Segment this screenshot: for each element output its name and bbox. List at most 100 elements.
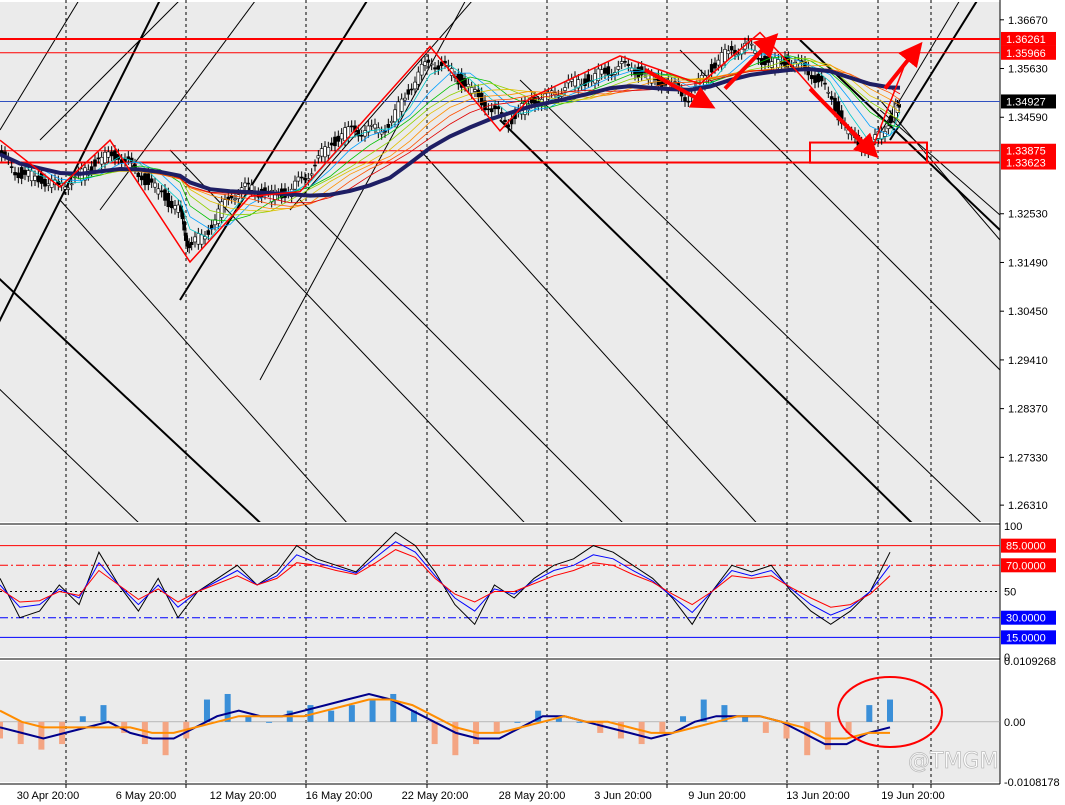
candle-body xyxy=(423,61,427,66)
candle-body xyxy=(96,157,101,160)
oscillator-level-label: 70.0000 xyxy=(1006,560,1046,572)
candle-body xyxy=(163,189,167,201)
candle-body xyxy=(13,172,17,176)
macd-histogram-bar xyxy=(804,721,811,756)
chart-svg: 1.36670 1.35630 1.34590 1.32530 1.31490 1.304… xyxy=(0,0,1060,802)
candle-body xyxy=(326,147,331,156)
candle-body xyxy=(313,164,317,167)
macd-histogram-bar xyxy=(493,721,500,733)
x-axis-label: 13 Jun 20:00 xyxy=(786,790,850,802)
current-price-label: 1.34927 xyxy=(1006,96,1046,108)
candle-body xyxy=(89,166,94,171)
candle-body xyxy=(303,177,307,181)
candle-body xyxy=(226,196,231,200)
candle-body xyxy=(136,172,141,178)
candle-body xyxy=(169,200,174,209)
candle-body xyxy=(156,188,161,195)
candle-body xyxy=(886,125,891,129)
candle-body xyxy=(506,124,511,128)
candle-body xyxy=(184,232,188,241)
price-axis-label: 1.28370 xyxy=(1008,404,1048,416)
x-axis-label: 28 May 20:00 xyxy=(499,790,566,802)
x-axis-label: 3 Jun 20:00 xyxy=(594,790,652,802)
candle-body xyxy=(619,61,624,64)
candle-body xyxy=(219,201,224,218)
candle-body xyxy=(309,173,314,176)
macd-histogram-bar xyxy=(597,721,604,733)
macd-histogram-bar xyxy=(141,721,148,745)
candle-body xyxy=(316,155,321,159)
oscillator-level-label: 15.0000 xyxy=(1006,632,1046,644)
candle-body xyxy=(343,127,347,142)
candle-body xyxy=(769,61,774,68)
candle-body xyxy=(409,88,414,91)
candle-body xyxy=(29,170,34,182)
candle-body xyxy=(399,98,404,112)
candle-body xyxy=(756,58,761,60)
candle-body xyxy=(683,97,687,102)
price-axis-label: 1.35630 xyxy=(1008,64,1048,76)
candle-body xyxy=(819,75,824,82)
candle-body xyxy=(319,148,324,157)
candle-body xyxy=(373,123,377,129)
candle-body xyxy=(109,151,114,157)
macd-histogram-bar xyxy=(79,716,86,722)
macd-axis-label: 0.00 xyxy=(1004,717,1025,729)
candle-body xyxy=(623,61,627,63)
candle-body xyxy=(189,242,194,245)
price-axis-label: 1.36670 xyxy=(1008,15,1048,27)
macd-histogram-bar xyxy=(390,693,397,722)
candle-body xyxy=(599,69,604,75)
price-axis-label: 1.29410 xyxy=(1008,355,1048,367)
price-axis-label: 1.31490 xyxy=(1008,257,1048,269)
candle-body xyxy=(603,67,607,74)
macd-histogram-bar xyxy=(431,721,438,745)
candle-body xyxy=(593,73,597,84)
candle-body xyxy=(723,49,727,63)
candle-body xyxy=(206,230,211,235)
candle-body xyxy=(329,142,334,146)
candle-body xyxy=(686,100,691,103)
price-level-label: 1.36261 xyxy=(1006,34,1046,46)
candle-body xyxy=(476,89,481,98)
candle-body xyxy=(359,134,364,137)
candle-body xyxy=(479,92,484,106)
macd-histogram-bar xyxy=(514,721,521,723)
candle-body xyxy=(26,170,31,177)
candle-body xyxy=(466,83,471,88)
candle-body xyxy=(369,124,374,127)
candle-body xyxy=(296,176,301,182)
candle-body xyxy=(173,205,177,210)
candle-body xyxy=(19,167,24,179)
candle-body xyxy=(106,151,111,158)
candle-body xyxy=(833,97,837,112)
candle-body xyxy=(436,65,441,70)
candle-body xyxy=(389,120,394,124)
candle-body xyxy=(473,89,477,92)
macd-histogram-bar xyxy=(887,699,893,722)
oscillator-axis-label: 50 xyxy=(1004,587,1016,599)
candle-body xyxy=(469,87,474,94)
candle-body xyxy=(716,59,721,66)
oscillator-axis-label: 100 xyxy=(1004,521,1022,533)
oscillator-level-label: 30.0000 xyxy=(1006,613,1046,625)
price-axis-label: 1.30450 xyxy=(1008,306,1048,318)
x-axis-label: 9 Jun 20:00 xyxy=(688,790,746,802)
candle-body xyxy=(429,63,434,66)
candle-body xyxy=(159,190,164,193)
candle-body xyxy=(229,195,234,199)
candle-body xyxy=(246,182,251,185)
candle-body xyxy=(636,66,641,78)
candle-body xyxy=(403,97,407,101)
candle-body xyxy=(709,64,714,73)
macd-axis-label: 0.0109268 xyxy=(1004,656,1056,668)
candle-body xyxy=(46,183,51,186)
candle-body xyxy=(249,184,254,191)
candle-body xyxy=(416,71,421,85)
macd-histogram-bar xyxy=(0,721,3,739)
candle-body xyxy=(113,150,117,161)
candle-body xyxy=(493,105,497,110)
candle-body xyxy=(813,75,817,83)
candle-body xyxy=(573,76,577,87)
candle-body xyxy=(333,136,337,147)
